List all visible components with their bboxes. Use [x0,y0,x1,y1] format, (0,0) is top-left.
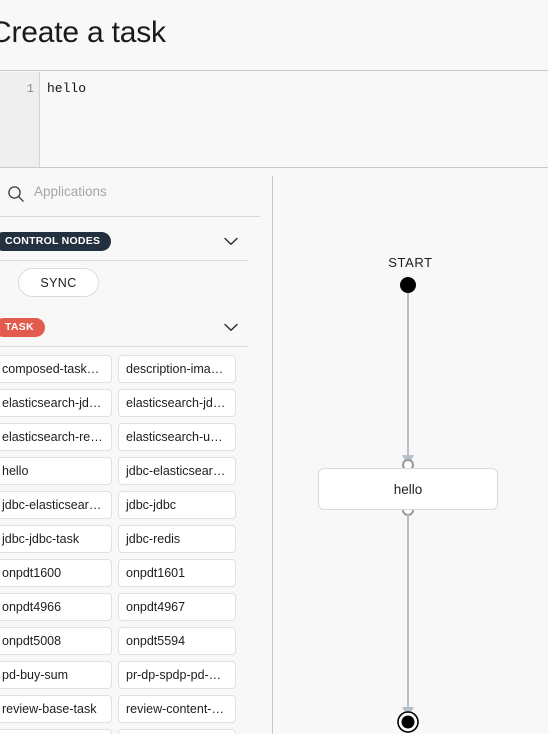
line-number: 1 [26,82,34,96]
task-card[interactable]: onpdt5008 [0,627,112,655]
task-card-grid: composed-task… description-ima… elasticsea… [0,355,248,734]
task-card[interactable] [0,729,112,734]
task-card[interactable]: elasticsearch-u… [118,423,236,451]
flow-node-label: hello [393,481,423,497]
task-card-row: onpdt5008 onpdt5594 [0,627,248,655]
search-row [0,184,260,217]
editor-line-number-gutter: 1 [0,72,40,167]
task-card-row: review-base-task review-content-… [0,695,248,723]
task-card-row: composed-task… description-ima… [0,355,248,383]
task-card-row: elasticsearch-jd… elasticsearch-jd… [0,389,248,417]
task-card[interactable]: jdbc-elasticsear… [0,491,112,519]
task-card[interactable]: description-ima… [118,355,236,383]
chevron-down-icon[interactable] [224,237,238,246]
page-title: Create a task [0,16,166,49]
task-card-row: pd-buy-sum pr-dp-spdp-pd-… [0,661,248,689]
task-card[interactable]: onpdt4967 [118,593,236,621]
group-header-control-nodes[interactable]: CONTROL NODES [0,227,248,261]
task-card[interactable]: jdbc-jdbc-task [0,525,112,553]
start-node[interactable] [400,277,416,293]
task-card[interactable]: onpdt1600 [0,559,112,587]
task-card[interactable]: jdbc-redis [118,525,236,553]
task-card[interactable]: jdbc-jdbc [118,491,236,519]
task-card-row: onpdt4966 onpdt4967 [0,593,248,621]
flow-graph [397,277,419,733]
search-icon [8,186,24,202]
task-card[interactable]: elasticsearch-re… [0,423,112,451]
group-header-task[interactable]: TASK [0,313,248,347]
code-editor[interactable]: 1 hello [0,72,548,168]
task-card[interactable]: pr-dp-spdp-pd-… [118,661,236,689]
chevron-down-icon[interactable] [224,323,238,332]
task-card[interactable]: jdbc-elasticsear… [118,457,236,485]
task-card-row: jdbc-elasticsear… jdbc-jdbc [0,491,248,519]
task-card[interactable]: onpdt4966 [0,593,112,621]
group-badge-control-nodes: CONTROL NODES [0,232,112,251]
application-palette: CONTROL NODES SYNC TASK composed-task…de… [0,169,272,734]
lower-panel: CONTROL NODES SYNC TASK composed-task…de… [0,169,548,734]
task-card[interactable]: hello [0,457,112,485]
task-card[interactable]: elasticsearch-jd… [0,389,112,417]
flow-canvas[interactable]: START hello [273,169,548,734]
task-card[interactable] [118,729,236,734]
control-nodes-items: SYNC [0,264,248,308]
task-card-row: hello jdbc-elasticsear… [0,457,248,485]
task-card[interactable]: review-base-task [0,695,112,723]
task-card[interactable]: onpdt5594 [118,627,236,655]
task-card[interactable]: composed-task… [0,355,112,383]
page-header: Create a task [0,0,548,71]
task-card-row: onpdt1600 onpdt1601 [0,559,248,587]
task-card-row: elasticsearch-re… elasticsearch-u… [0,423,248,451]
flow-node-hello[interactable]: hello [318,468,498,510]
task-card-row: jdbc-jdbc-task jdbc-redis [0,525,248,553]
task-card[interactable]: pd-buy-sum [0,661,112,689]
editor-code-text[interactable]: hello [40,72,548,167]
task-card[interactable]: review-content-… [118,695,236,723]
sync-node-button[interactable]: SYNC [18,268,99,297]
task-card[interactable]: onpdt1601 [118,559,236,587]
search-input[interactable] [34,184,249,199]
end-node[interactable] [401,715,415,729]
task-card[interactable]: elasticsearch-jd… [118,389,236,417]
task-card-row [0,729,248,734]
group-badge-task: TASK [0,318,45,337]
